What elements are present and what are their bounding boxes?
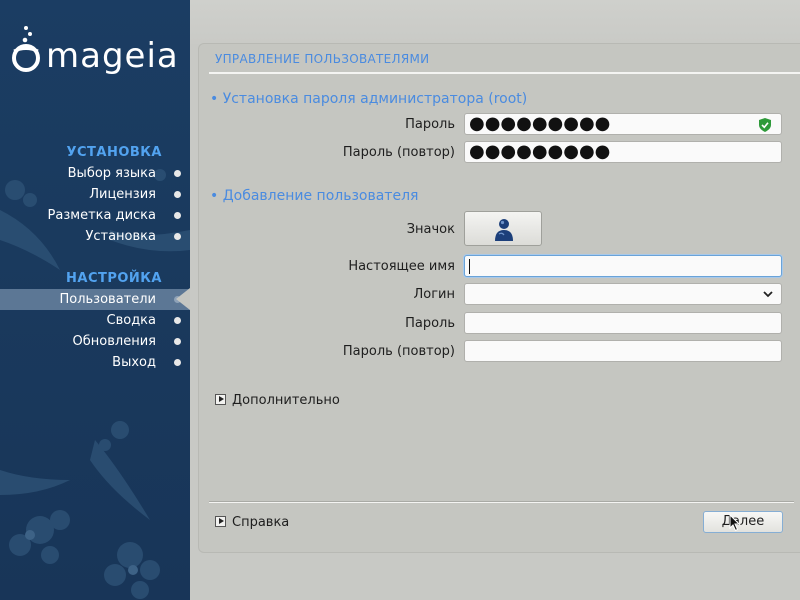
sidebar-item-label: Обновления [72, 334, 156, 349]
sidebar: mageia УСТАНОВКА Выбор языка Лицензия Ра… [0, 0, 190, 600]
sidebar-item-exit: Выход [0, 352, 190, 373]
brand-name: mageia [46, 36, 179, 76]
content-panel: УПРАВЛЕНИЕ ПОЛЬЗОВАТЕЛЯМИ • Установка па… [199, 44, 800, 552]
sidebar-item-updates: Обновления [0, 331, 190, 352]
root-password-field[interactable]: ●●●●●●●●● [464, 113, 782, 135]
user-avatar-icon [495, 219, 513, 241]
sidebar-item-label: Сводка [106, 313, 157, 328]
step-bullet-icon [174, 233, 181, 240]
login-label: Логин [413, 287, 455, 302]
next-button[interactable]: Далее [703, 511, 783, 533]
triangle-right-icon [215, 516, 226, 527]
text-caret [469, 259, 470, 274]
user-password-repeat-label: Пароль (повтор) [342, 344, 455, 359]
step-bullet-icon [174, 170, 181, 177]
user-password-repeat-field[interactable] [464, 340, 782, 362]
user-password-field[interactable] [464, 312, 782, 334]
sidebar-item-label: Лицензия [89, 187, 156, 202]
bottom-divider [209, 502, 794, 503]
step-bullet-icon [174, 212, 181, 219]
step-bullet-icon [174, 359, 181, 366]
root-password-repeat-field[interactable]: ●●●●●●●●● [464, 141, 782, 163]
sidebar-item-partitioning: Разметка диска [0, 205, 190, 226]
sidebar-item-installation: Установка [0, 226, 190, 247]
chevron-down-icon[interactable] [763, 289, 773, 299]
shield-check-icon [759, 118, 771, 132]
icon-label: Значок [406, 222, 455, 237]
advanced-expander[interactable]: Дополнительно [215, 393, 340, 408]
step-bullet-icon [174, 317, 181, 324]
triangle-right-icon [215, 394, 226, 405]
sidebar-section-setup: НАСТРОЙКА [66, 271, 162, 286]
help-label: Справка [232, 515, 290, 530]
sidebar-section-install: УСТАНОВКА [66, 145, 162, 160]
sidebar-item-label: Установка [85, 229, 156, 244]
step-bullet-icon [174, 191, 181, 198]
add-user-section-title: • Добавление пользователя [210, 188, 419, 204]
real-name-field[interactable] [464, 255, 782, 277]
title-divider [209, 72, 800, 74]
root-password-repeat-value: ●●●●●●●●● [469, 141, 611, 162]
sidebar-item-license: Лицензия [0, 184, 190, 205]
sidebar-item-label: Выбор языка [67, 166, 156, 181]
real-name-label: Настоящее имя [348, 259, 455, 274]
sidebar-item-label: Пользователи [59, 292, 156, 307]
sidebar-item-label: Разметка диска [47, 208, 156, 223]
root-password-section-title: • Установка пароля администратора (root) [210, 91, 528, 107]
root-password-label: Пароль [405, 117, 455, 132]
user-password-label: Пароль [405, 316, 455, 331]
sidebar-item-language: Выбор языка [0, 163, 190, 184]
sidebar-item-users: Пользователи [0, 289, 190, 310]
mouse-pointer-icon [729, 514, 741, 532]
advanced-label: Дополнительно [232, 393, 340, 408]
root-password-repeat-label: Пароль (повтор) [342, 145, 455, 160]
sidebar-item-summary: Сводка [0, 310, 190, 331]
active-step-arrow-icon [176, 288, 190, 310]
login-combobox[interactable] [464, 283, 782, 305]
sidebar-item-label: Выход [112, 355, 156, 370]
page-title: УПРАВЛЕНИЕ ПОЛЬЗОВАТЕЛЯМИ [215, 52, 430, 66]
user-icon-button[interactable] [464, 211, 542, 246]
step-bullet-icon [174, 338, 181, 345]
root-password-value: ●●●●●●●●● [469, 113, 611, 134]
top-band [190, 0, 800, 44]
help-expander[interactable]: Справка [215, 515, 289, 530]
